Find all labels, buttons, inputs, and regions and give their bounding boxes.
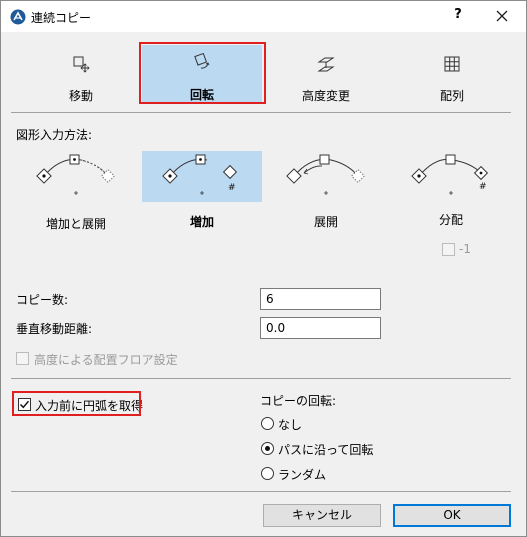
tool-array-label: 配列 (439, 89, 464, 103)
method-increment-label: 増加 (189, 215, 214, 229)
move-icon (73, 56, 90, 73)
tool-move-label: 移動 (68, 89, 93, 103)
arc-increment-icon: # (162, 154, 238, 195)
separator (11, 378, 511, 379)
rotation-none-label: なし (278, 418, 303, 432)
close-icon[interactable] (491, 5, 513, 27)
svg-text:#: # (479, 182, 487, 192)
help-button[interactable]: ? (447, 7, 469, 27)
copy-count-input[interactable] (260, 288, 381, 310)
arc-distribute-icon: # (411, 154, 489, 195)
floor-setting-label: 高度による配置フロア設定 (34, 353, 178, 367)
method-increment[interactable]: # 増加 (142, 151, 262, 229)
copy-count-label: コピー数: (16, 293, 69, 307)
array-grid-icon (444, 56, 460, 72)
vertical-distance-label: 垂直移動距離: (16, 322, 93, 336)
archicad-app-icon (10, 9, 26, 25)
window-title: 連続コピー (31, 11, 92, 25)
svg-text:#: # (228, 183, 236, 193)
method-extend[interactable]: 展開 (276, 151, 376, 236)
vertical-distance-input[interactable] (260, 317, 381, 339)
rotation-none-radio[interactable] (261, 417, 274, 430)
minus-one-label: -1 (459, 242, 471, 256)
tool-elevate-label: 高度変更 (301, 89, 350, 103)
highlight-get-arc (12, 391, 141, 416)
method-extend-label: 展開 (313, 215, 338, 229)
rotation-along-path-radio[interactable] (261, 442, 274, 455)
separator (11, 112, 511, 113)
method-increment-extend-label: 増加と展開 (45, 217, 106, 231)
method-distribute-label: 分配 (438, 213, 463, 227)
rotation-random-radio[interactable] (261, 467, 274, 480)
tool-array[interactable]: 配列 (392, 45, 512, 105)
method-increment-extend[interactable]: 増加と展開 (26, 151, 126, 236)
rotation-random-label: ランダム (278, 468, 327, 482)
rotation-along-path-label: パスに沿って回転 (278, 443, 374, 457)
input-method-title: 図形入力方法: (16, 128, 93, 142)
title-bar: 連続コピー ? (1, 1, 526, 32)
copy-dialog: 連続コピー ? 移動 回転 高度変更 配列 図形入力方法: 増加と展開 # 増加… (0, 0, 527, 537)
minus-one-checkbox[interactable] (442, 243, 455, 256)
separator (11, 491, 511, 492)
floor-setting-checkbox[interactable] (16, 352, 29, 365)
copy-rotation-title: コピーの回転: (260, 394, 337, 408)
tool-elevate[interactable]: 高度変更 (266, 45, 386, 105)
elevate-icon (317, 57, 335, 72)
arc-increment-extend-icon (36, 154, 116, 195)
arc-extend-icon (286, 154, 366, 195)
ok-button[interactable]: OK (393, 504, 511, 527)
tool-move[interactable]: 移動 (21, 45, 141, 105)
highlight-rotate (139, 42, 266, 104)
cancel-button[interactable]: キャンセル (263, 504, 381, 527)
method-distribute[interactable]: # 分配 (401, 151, 501, 236)
